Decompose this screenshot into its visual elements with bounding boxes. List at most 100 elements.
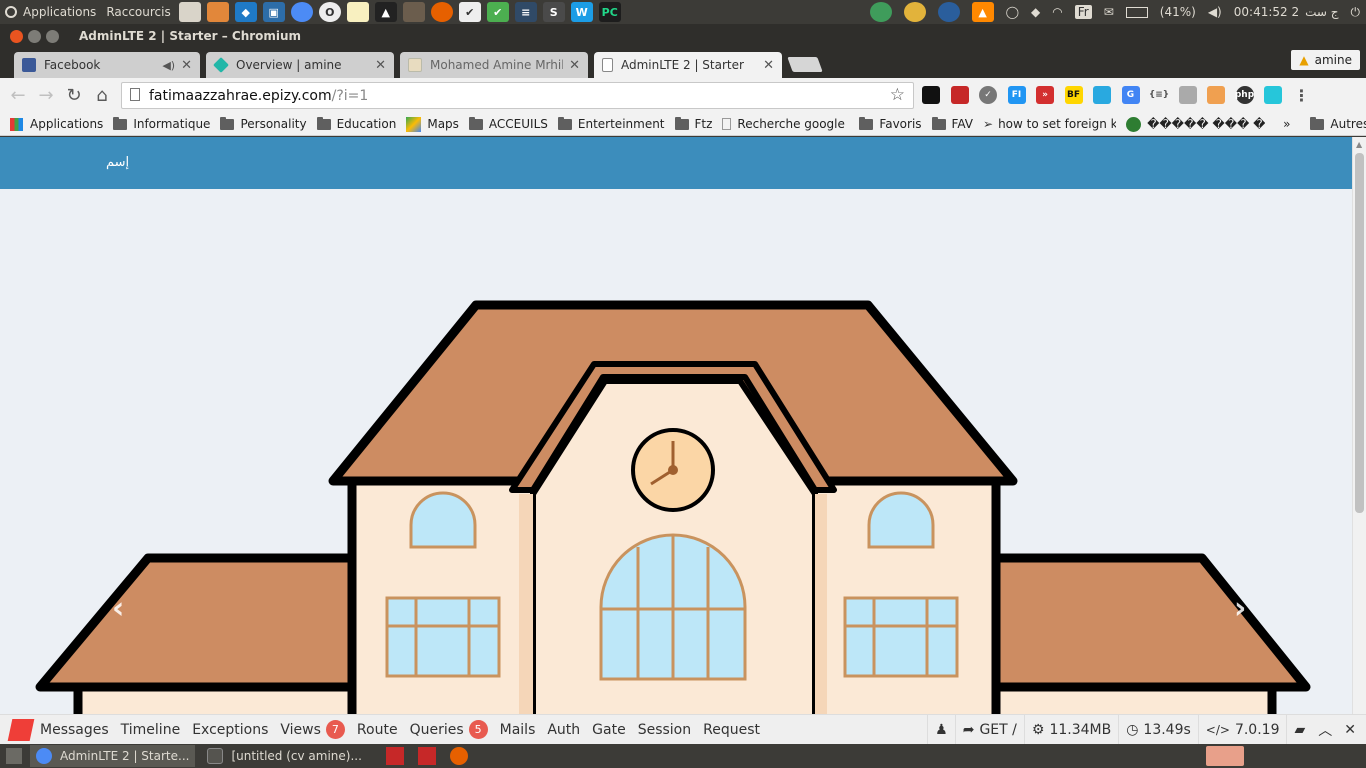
speaker-icon[interactable]: ◀) xyxy=(162,59,175,72)
tab-close-icon[interactable]: ✕ xyxy=(569,58,580,73)
debugbar-tab-mails[interactable]: Mails xyxy=(500,722,536,738)
tray-cat-icon[interactable] xyxy=(903,2,926,22)
bookmark-fav[interactable]: FAV xyxy=(931,116,973,131)
gimp-launcher-icon[interactable] xyxy=(402,2,425,22)
ext-check-icon[interactable]: ✓ xyxy=(979,86,997,104)
dropbox-tray-icon[interactable]: ◆ xyxy=(1031,5,1040,19)
keyboard-layout-indicator[interactable]: Fr xyxy=(1074,5,1092,19)
bookmark-foreign-key[interactable]: ➢ how to set foreign key xyxy=(983,117,1116,131)
firefox-launcher-icon[interactable] xyxy=(430,2,453,22)
terminal-launcher-icon[interactable]: ≡ xyxy=(514,2,537,22)
lightbulb-tray-icon[interactable]: ◯ xyxy=(1006,5,1019,19)
bookmark-personality[interactable]: Personality xyxy=(220,116,307,131)
debugbar-request[interactable]: ➦ GET / xyxy=(954,715,1024,745)
profile-button[interactable]: ▲ amine xyxy=(1291,50,1360,70)
carousel-prev-icon[interactable]: ‹ xyxy=(112,591,124,626)
scroll-up-icon[interactable]: ▲ xyxy=(1356,140,1364,149)
debugbar-tab-request[interactable]: Request xyxy=(703,722,760,738)
desktop-icon[interactable] xyxy=(6,748,22,764)
user-icon[interactable]: ♟ xyxy=(927,715,955,745)
tray-penguin-icon[interactable] xyxy=(937,2,960,22)
wifi-icon[interactable]: ◠ xyxy=(1052,5,1062,19)
tab-adminlte[interactable]: AdminLTE 2 | Starter ✕ xyxy=(594,52,782,78)
debugbar-tab-session[interactable]: Session xyxy=(638,722,691,738)
bookmark-star-icon[interactable]: ☆ xyxy=(890,85,905,105)
tray-app-icon[interactable] xyxy=(869,2,892,22)
applications-menu[interactable]: Applications xyxy=(0,0,101,24)
chrome-launcher-icon[interactable] xyxy=(290,2,313,22)
mail-icon[interactable]: ✉ xyxy=(1104,5,1114,19)
clock[interactable]: 00:41:52 2 xyxy=(1234,5,1299,19)
tasks-launcher-icon[interactable]: ✔ xyxy=(458,2,481,22)
bookmark-education[interactable]: Education xyxy=(316,116,396,131)
files-launcher-icon[interactable] xyxy=(178,2,201,22)
tab-mohamed[interactable]: Mohamed Amine Mrhili ✕ xyxy=(400,52,588,78)
vlc-tray-icon[interactable]: ▲ xyxy=(971,2,994,22)
ext-forward-icon[interactable]: » xyxy=(1036,86,1054,104)
debugbar-tab-timeline[interactable]: Timeline xyxy=(121,722,181,738)
tab-close-icon[interactable]: ✕ xyxy=(763,58,774,73)
tab-close-icon[interactable]: ✕ xyxy=(375,58,386,73)
webstorm-launcher-icon[interactable]: W xyxy=(570,2,593,22)
opera-launcher-icon[interactable]: O xyxy=(318,2,341,22)
bookmark-acceuils[interactable]: ACCEUILS xyxy=(468,116,548,131)
bookmark-informatique[interactable]: Informatique xyxy=(113,116,210,131)
inkscape-launcher-icon[interactable]: ▲ xyxy=(374,2,397,22)
forward-arrow-icon[interactable]: → xyxy=(33,83,59,109)
folder-launcher-icon[interactable] xyxy=(206,2,229,22)
maximize-chevron-icon[interactable]: ︿ xyxy=(1312,720,1338,740)
window-close-button[interactable] xyxy=(10,29,23,43)
address-bar[interactable]: fatimaazzahrae.epizy.com /?i=1 ☆ xyxy=(121,82,914,109)
bookmark-unknown[interactable]: ����� ��� �� xyxy=(1126,116,1265,132)
tab-close-icon[interactable]: ✕ xyxy=(181,58,192,73)
ext-square-icon[interactable] xyxy=(922,86,940,104)
back-arrow-icon[interactable]: ← xyxy=(5,83,31,109)
bookmark-ftz[interactable]: Ftz xyxy=(674,116,712,131)
bookmark-enterteinment[interactable]: Enterteinment xyxy=(557,116,665,131)
debugbar-tab-queries[interactable]: Queries 5 xyxy=(410,720,488,739)
ext-window-icon[interactable] xyxy=(1093,86,1111,104)
battery-icon[interactable] xyxy=(1125,6,1148,18)
reload-icon[interactable]: ↻ xyxy=(61,83,87,109)
taskbar-chromium-active-icon[interactable] xyxy=(1206,746,1244,766)
volume-icon[interactable]: ◀) xyxy=(1208,5,1222,19)
power-icon[interactable]: ⏻ xyxy=(1351,5,1361,20)
debugbar-tab-messages[interactable]: Messages xyxy=(40,722,109,738)
carousel-next-icon[interactable]: › xyxy=(1234,591,1246,626)
page-scrollbar[interactable]: ▲ xyxy=(1352,137,1366,714)
ext-pinwheel-icon[interactable] xyxy=(1264,86,1282,104)
open-folder-icon[interactable]: ▰ xyxy=(1286,715,1312,745)
debugbar-tab-views[interactable]: Views 7 xyxy=(280,720,345,739)
taskbar-app-icon-2[interactable] xyxy=(417,747,436,765)
pycharm-launcher-icon[interactable]: PC xyxy=(598,2,621,22)
debugbar-close-icon[interactable]: ✕ xyxy=(1338,722,1366,738)
bookmarks-overflow-button[interactable]: » xyxy=(1283,117,1290,131)
ext-bookmark-icon[interactable] xyxy=(950,86,969,104)
ext-translate-icon[interactable]: G xyxy=(1121,86,1140,104)
home-icon[interactable]: ⌂ xyxy=(89,83,115,109)
ext-fi-icon[interactable]: FI xyxy=(1007,86,1026,104)
debugbar-logo-icon[interactable] xyxy=(7,718,35,741)
new-tab-button[interactable] xyxy=(787,57,823,72)
bookmark-favoris[interactable]: Favoris xyxy=(859,116,922,131)
vbox-launcher-icon[interactable]: ▣ xyxy=(262,2,285,22)
scrollbar-thumb[interactable] xyxy=(1355,153,1364,513)
ext-json-icon[interactable]: {≡} xyxy=(1149,86,1169,104)
chrome-menu-icon[interactable]: ⋮ xyxy=(1293,86,1311,105)
ext-face-icon[interactable] xyxy=(1207,86,1225,104)
header-name[interactable]: إسم xyxy=(106,155,129,170)
check-launcher-icon[interactable]: ✔ xyxy=(486,2,509,22)
page-info-icon[interactable] xyxy=(130,88,140,101)
vscode-launcher-icon[interactable]: ◆ xyxy=(234,2,257,22)
window-maximize-button[interactable] xyxy=(46,29,59,43)
debugbar-tab-auth[interactable]: Auth xyxy=(547,722,580,738)
bookmark-applications[interactable]: Applications xyxy=(10,117,103,131)
taskbar-app-icon-1[interactable] xyxy=(385,747,404,765)
tab-facebook[interactable]: Facebook ◀) ✕ xyxy=(14,52,200,78)
taskbar-item-sublime[interactable]: [untitled (cv amine)... xyxy=(201,745,367,767)
taskbar-item-chromium[interactable]: AdminLTE 2 | Starte... xyxy=(30,745,196,767)
other-bookmarks[interactable]: Autres favoris xyxy=(1310,116,1366,131)
ext-bf-icon[interactable]: BF xyxy=(1064,86,1083,104)
sublime-launcher-icon[interactable]: S xyxy=(542,2,565,22)
bookmark-maps[interactable]: Maps xyxy=(406,116,459,132)
